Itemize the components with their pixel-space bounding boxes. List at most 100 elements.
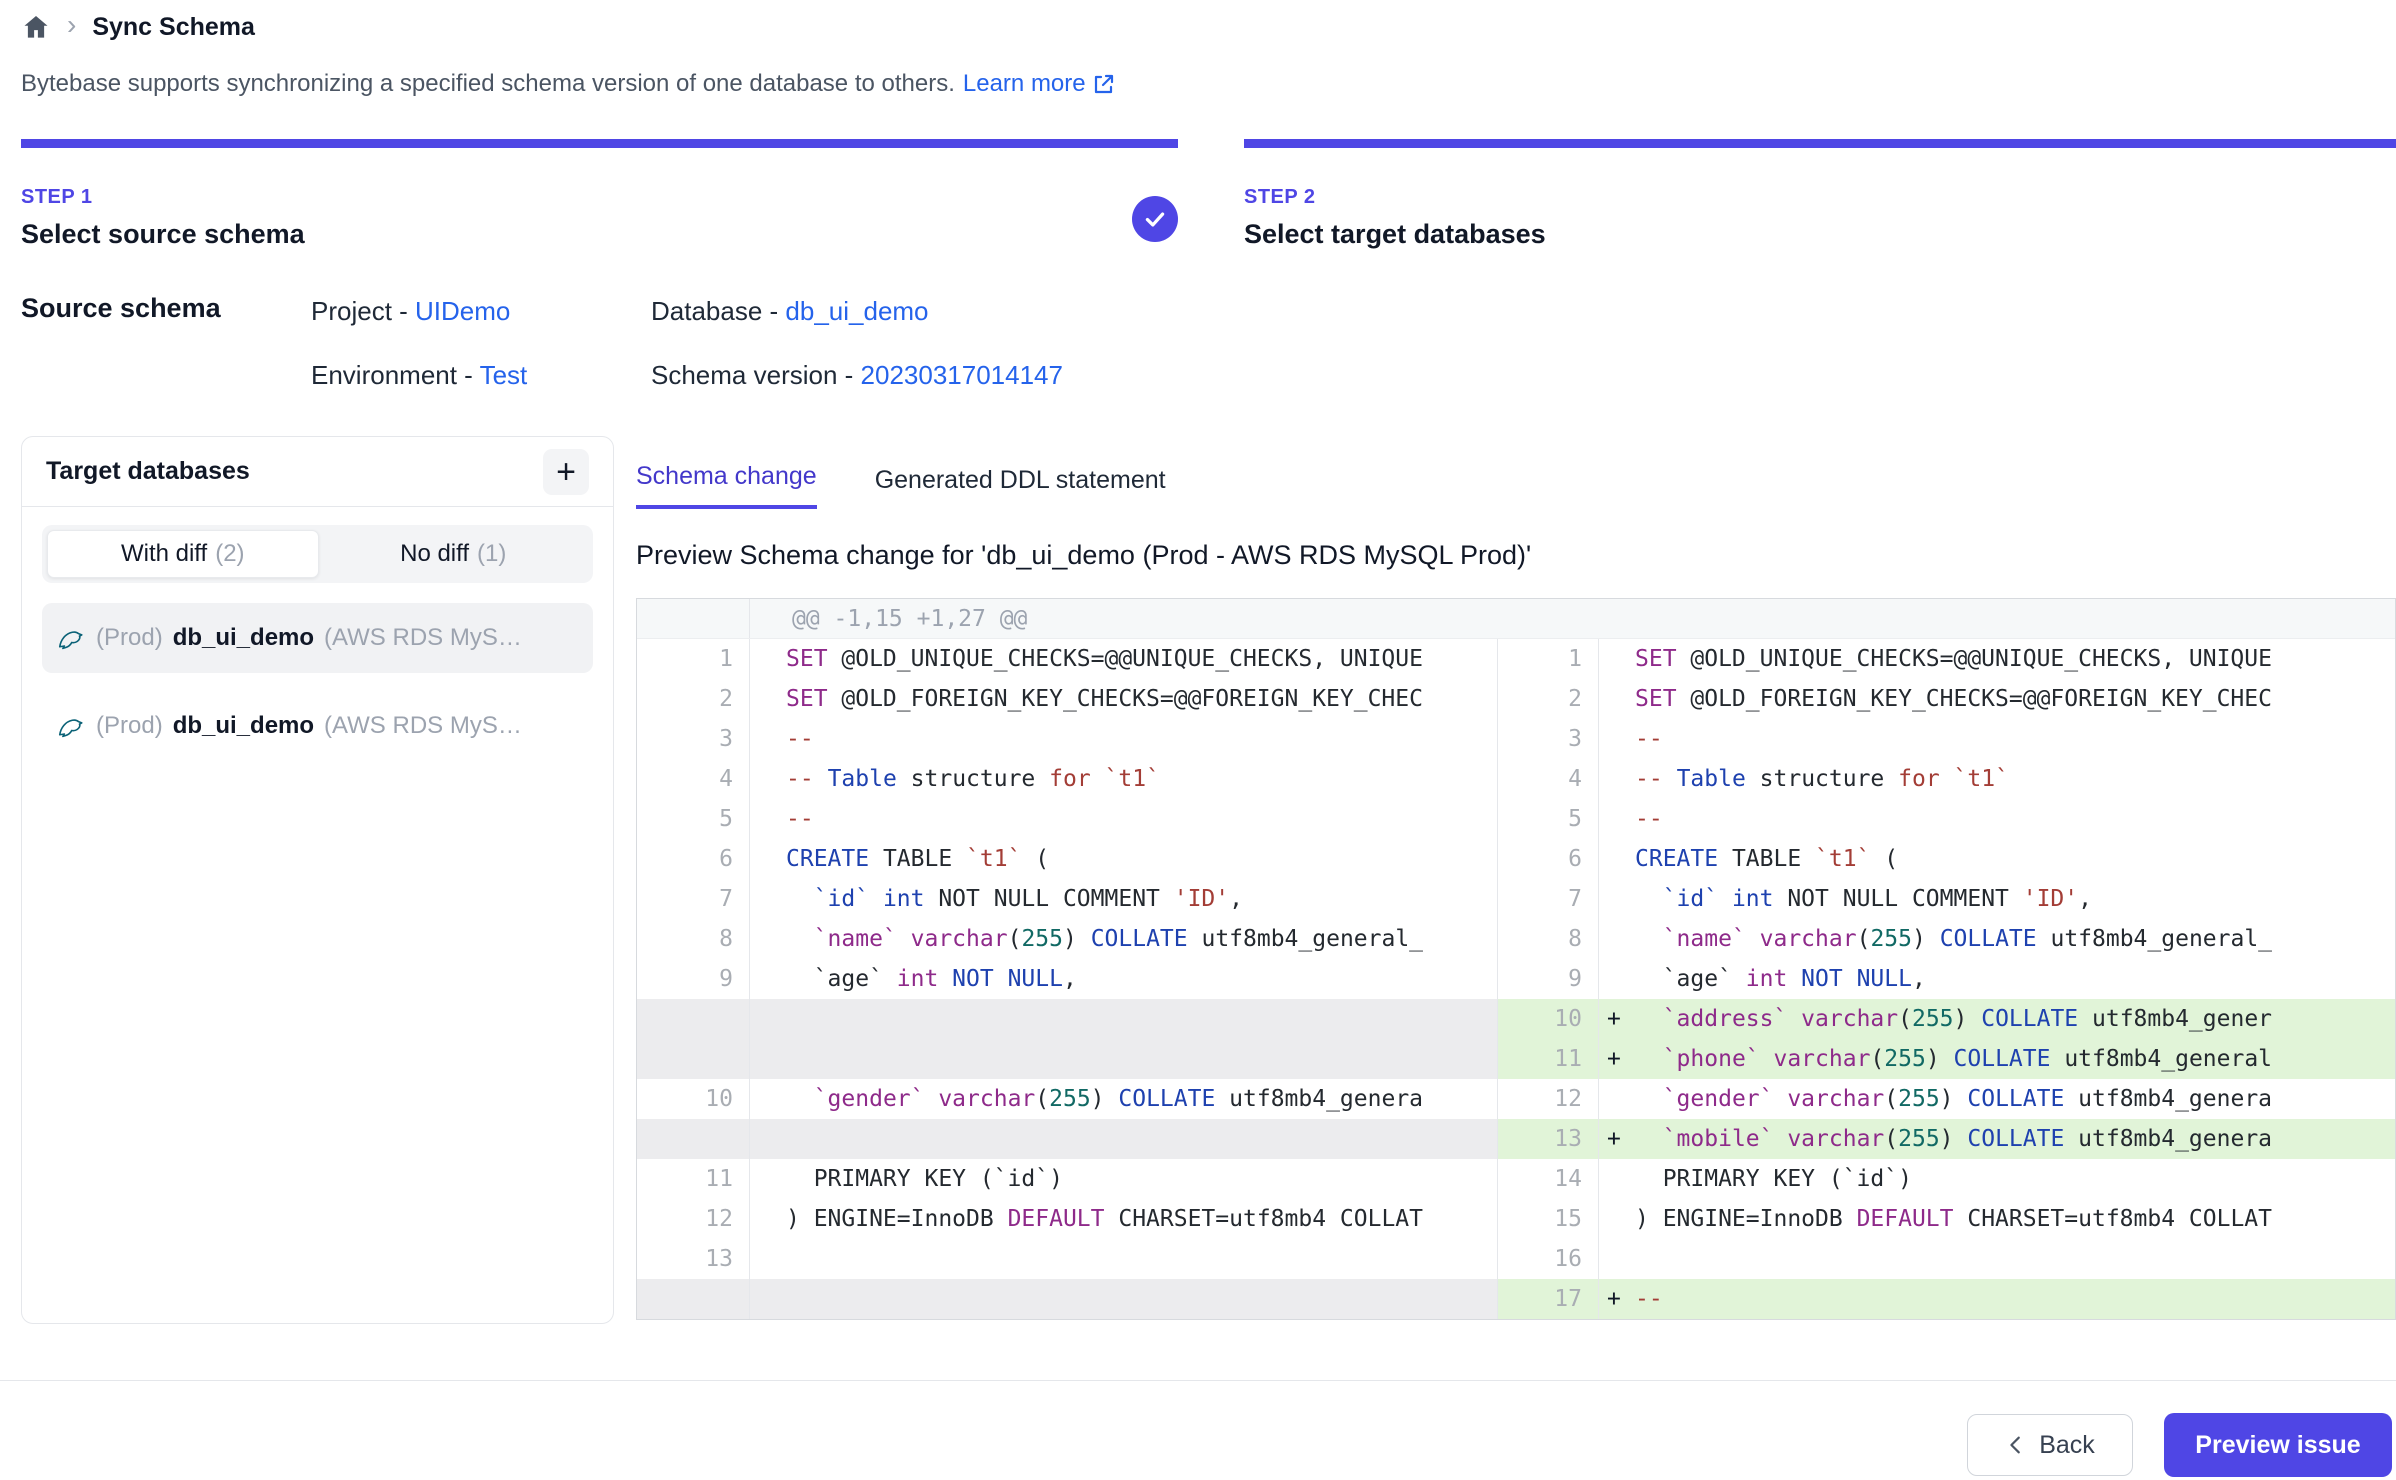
right-line-number: 10 (1498, 999, 1599, 1039)
diff-row: 4 -- Table structure for `t1` 4 -- Table… (637, 759, 2395, 799)
source-schema-version: Schema version - 20230317014147 (651, 360, 1063, 391)
right-line-number: 2 (1498, 679, 1599, 719)
learn-more-link[interactable]: Learn more (963, 70, 1116, 98)
diff-filter-tabs: With diff(2) No diff(1) (42, 525, 593, 583)
schema-diff-viewer[interactable]: @@ -1,15 +1,27 @@ 1 SET @OLD_UNIQUE_CHEC… (636, 598, 2396, 1320)
right-line-number: 15 (1498, 1199, 1599, 1239)
left-code-line: `age` int NOT NULL, (750, 959, 1498, 999)
database-instance: (AWS RDS MyS… (324, 712, 522, 740)
right-code-line: + `phone` varchar(255) COLLATE utf8mb4_g… (1599, 1039, 2395, 1079)
right-line-number: 6 (1498, 839, 1599, 879)
step-2-label: STEP 2 (1244, 186, 1546, 209)
preview-title: Preview Schema change for 'db_ui_demo (P… (636, 540, 1531, 571)
tab-with-diff[interactable]: With diff(2) (47, 530, 319, 578)
target-databases-header: Target databases + (22, 437, 613, 507)
diff-body: 1 SET @OLD_UNIQUE_CHECKS=@@UNIQUE_CHECKS… (637, 639, 2395, 1319)
diff-row: 1 SET @OLD_UNIQUE_CHECKS=@@UNIQUE_CHECKS… (637, 639, 2395, 679)
left-code-line (750, 1119, 1498, 1159)
footer-divider (0, 1380, 2396, 1381)
right-line-number: 13 (1498, 1119, 1599, 1159)
left-code-line (750, 1039, 1498, 1079)
left-code-line: SET @OLD_FOREIGN_KEY_CHECKS=@@FOREIGN_KE… (750, 679, 1498, 719)
left-line-number (637, 1279, 750, 1319)
step-complete-check-icon (1132, 196, 1178, 242)
step2-progress-bar (1244, 139, 2396, 148)
source-schema-label: Source schema (21, 293, 221, 324)
right-code-line: + `address` varchar(255) COLLATE utf8mb4… (1599, 999, 2395, 1039)
page-title: Sync Schema (92, 13, 255, 42)
left-line-number: 3 (637, 719, 750, 759)
preview-tabs: Schema change Generated DDL statement (636, 462, 1166, 509)
target-database-item[interactable]: (Prod) db_ui_demo (AWS RDS MyS… (42, 691, 593, 761)
left-line-number (637, 1039, 750, 1079)
left-line-number (637, 1119, 750, 1159)
database-link[interactable]: db_ui_demo (785, 296, 928, 326)
schema-version-link[interactable]: 20230317014147 (861, 360, 1063, 390)
step-1-label: STEP 1 (21, 186, 305, 209)
right-line-number: 3 (1498, 719, 1599, 759)
left-line-number: 1 (637, 639, 750, 679)
left-code-line: CREATE TABLE `t1` ( (750, 839, 1498, 879)
preview-issue-button[interactable]: Preview issue (2164, 1413, 2392, 1477)
left-code-line: -- Table structure for `t1` (750, 759, 1498, 799)
left-line-number (637, 999, 750, 1039)
database-name: db_ui_demo (173, 712, 314, 740)
tab-no-diff[interactable]: No diff(1) (319, 530, 589, 578)
diff-row: 9 `age` int NOT NULL, 9 `age` int NOT NU… (637, 959, 2395, 999)
right-code-line: `age` int NOT NULL, (1599, 959, 2395, 999)
diff-row: 2 SET @OLD_FOREIGN_KEY_CHECKS=@@FOREIGN_… (637, 679, 2395, 719)
diff-row: 8 `name` varchar(255) COLLATE utf8mb4_ge… (637, 919, 2395, 959)
left-line-number: 2 (637, 679, 750, 719)
project-link[interactable]: UIDemo (415, 296, 510, 326)
left-code-line: SET @OLD_UNIQUE_CHECKS=@@UNIQUE_CHECKS, … (750, 639, 1498, 679)
breadcrumb: › Sync Schema (21, 12, 255, 42)
left-code-line (750, 999, 1498, 1039)
diff-row: 5 -- 5 -- (637, 799, 2395, 839)
diff-row: 10 + `address` varchar(255) COLLATE utf8… (637, 999, 2395, 1039)
right-code-line: PRIMARY KEY (`id`) (1599, 1159, 2395, 1199)
right-line-number: 7 (1498, 879, 1599, 919)
left-line-number: 8 (637, 919, 750, 959)
right-code-line: -- Table structure for `t1` (1599, 759, 2395, 799)
database-environment: (Prod) (96, 624, 163, 652)
step-1: STEP 1 Select source schema (21, 186, 305, 250)
left-line-number: 12 (637, 1199, 750, 1239)
tab-schema-change[interactable]: Schema change (636, 462, 817, 509)
left-line-number: 9 (637, 959, 750, 999)
diff-hunk-header: @@ -1,15 +1,27 @@ (637, 599, 2395, 639)
environment-link[interactable]: Test (480, 360, 528, 390)
right-code-line: +-- (1599, 1279, 2395, 1319)
mysql-icon (56, 711, 86, 741)
database-instance: (AWS RDS MyS… (324, 624, 522, 652)
step1-progress-bar (21, 139, 1178, 148)
source-schema-environment: Environment - Test (311, 360, 527, 391)
diff-row: 12 ) ENGINE=InnoDB DEFAULT CHARSET=utf8m… (637, 1199, 2395, 1239)
left-code-line: `id` int NOT NULL COMMENT 'ID', (750, 879, 1498, 919)
right-code-line: `name` varchar(255) COLLATE utf8mb4_gene… (1599, 919, 2395, 959)
right-line-number: 11 (1498, 1039, 1599, 1079)
external-link-icon (1092, 72, 1116, 96)
diff-row: 10 `gender` varchar(255) COLLATE utf8mb4… (637, 1079, 2395, 1119)
tab-generated-ddl[interactable]: Generated DDL statement (875, 466, 1166, 509)
left-code-line: `gender` varchar(255) COLLATE utf8mb4_ge… (750, 1079, 1498, 1119)
back-button[interactable]: Back (1967, 1414, 2133, 1476)
left-code-line: -- (750, 799, 1498, 839)
page-description: Bytebase supports synchronizing a specif… (21, 70, 1116, 98)
add-target-database-button[interactable]: + (543, 449, 589, 495)
left-line-number: 10 (637, 1079, 750, 1119)
diff-row: 13 + `mobile` varchar(255) COLLATE utf8m… (637, 1119, 2395, 1159)
database-environment: (Prod) (96, 712, 163, 740)
right-line-number: 5 (1498, 799, 1599, 839)
right-code-line: SET @OLD_FOREIGN_KEY_CHECKS=@@FOREIGN_KE… (1599, 679, 2395, 719)
source-schema-project: Project - UIDemo (311, 296, 510, 327)
right-code-line (1599, 1239, 2395, 1279)
target-database-item[interactable]: (Prod) db_ui_demo (AWS RDS MyS… (42, 603, 593, 673)
right-line-number: 9 (1498, 959, 1599, 999)
right-code-line: `id` int NOT NULL COMMENT 'ID', (1599, 879, 2395, 919)
diff-row: 11 PRIMARY KEY (`id`) 14 PRIMARY KEY (`i… (637, 1159, 2395, 1199)
right-line-number: 4 (1498, 759, 1599, 799)
home-icon[interactable] (21, 12, 51, 42)
diff-row: 17 +-- (637, 1279, 2395, 1319)
breadcrumb-chevron-icon: › (67, 11, 76, 39)
right-code-line: CREATE TABLE `t1` ( (1599, 839, 2395, 879)
